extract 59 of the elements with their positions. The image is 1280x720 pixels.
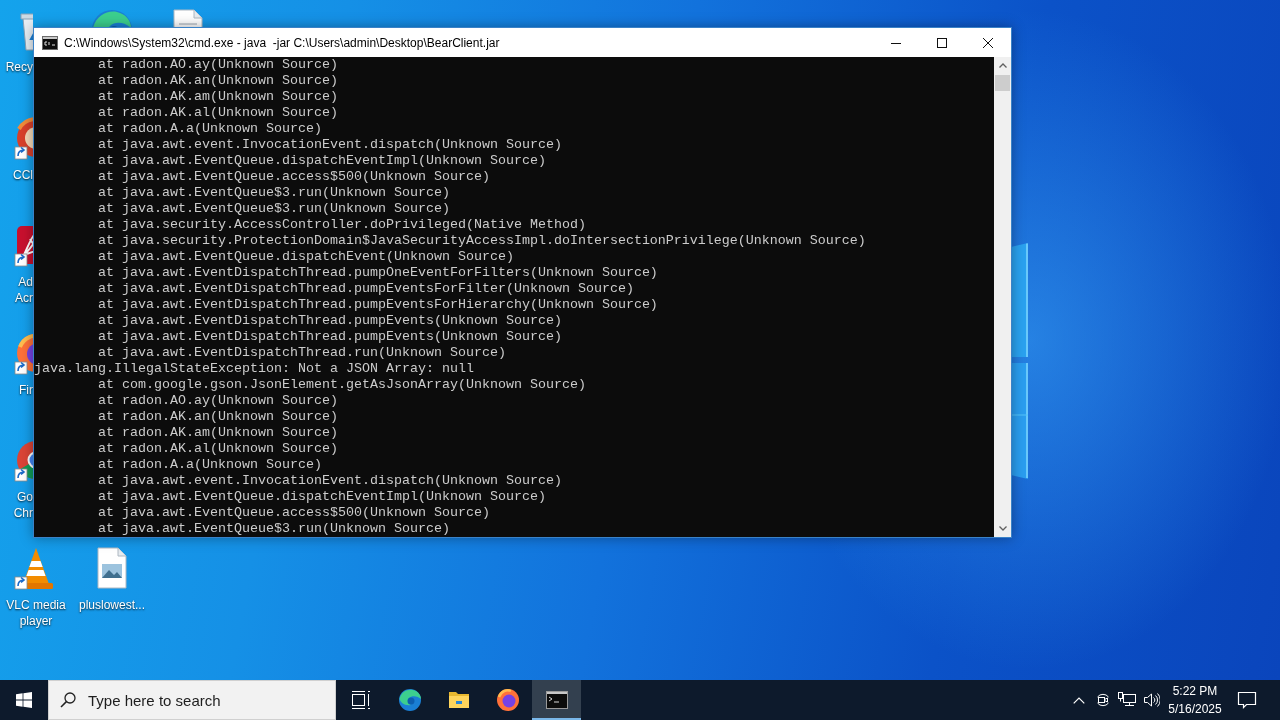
console-line: at radon.AK.an(Unknown Source)	[98, 409, 338, 425]
square-icon	[937, 37, 947, 48]
close-icon	[983, 37, 993, 48]
console-line: at java.awt.EventQueue.dispatchEventImpl(Unknown Source)	[98, 489, 546, 505]
console-line: at radon.AK.am(Unknown Source)	[98, 425, 338, 441]
console-line: at radon.A.a(Unknown Source)	[98, 121, 322, 137]
console-line: at java.security.ProtectionDomain$JavaSecurityAccessImpl.doIntersectionPrivilege(Unknown Source)	[98, 233, 866, 249]
speech-bubble-icon[interactable]	[1237, 690, 1257, 710]
console-line: at java.security.AccessController.doPrivileged(Native Method)	[98, 217, 586, 233]
console-line: at radon.AO.ay(Unknown Source)	[98, 57, 338, 73]
console-line: at java.awt.EventDispatchThread.pumpEvents(Unknown Source)	[98, 313, 562, 329]
console-line: at java.awt.EventQueue$3.run(Unknown Source)	[98, 521, 450, 537]
window-title: C:\Windows\System32\cmd.exe - java -jar C:\Users\admin\Desktop\BearClient.jar	[64, 35, 501, 50]
console-line: at radon.A.a(Unknown Source)	[98, 457, 322, 473]
chevron-down-icon	[998, 526, 1007, 531]
desktop-icon-label[interactable]: Fir	[19, 381, 33, 398]
scroll-thumb[interactable]	[995, 75, 1010, 91]
speaker-icon[interactable]	[1142, 692, 1160, 708]
search-icon	[60, 692, 76, 708]
search-box[interactable]: Type here to search	[48, 680, 336, 720]
console-line: at java.awt.EventDispatchThread.pumpEventsForFilter(Unknown Source)	[98, 281, 634, 297]
console-line: at java.awt.EventQueue.access$500(Unknown Source)	[98, 169, 490, 185]
swirl-circle-icon	[397, 688, 422, 712]
desktop-icon-label[interactable]: Recy	[5, 59, 33, 75]
chevron-up-icon	[998, 63, 1007, 68]
webcam-icon[interactable]	[1095, 692, 1111, 708]
search-input[interactable]: Type here to search	[88, 691, 335, 709]
taskbar-button[interactable]	[532, 680, 581, 720]
globe-icon	[495, 688, 520, 712]
clock-button[interactable]: 5:22 PM 5/16/2025	[1163, 680, 1227, 720]
console-line: at java.awt.EventQueue$3.run(Unknown Source)	[98, 185, 450, 201]
console-line: at radon.AK.am(Unknown Source)	[98, 89, 338, 105]
console-line: at java.awt.EventQueue.access$500(Unknown Source)	[98, 505, 490, 521]
terminal-icon	[42, 34, 58, 51]
console-line: at radon.AK.an(Unknown Source)	[98, 73, 338, 89]
desktop-icon-label[interactable]: VLC media player	[6, 596, 66, 629]
terminal-icon	[544, 688, 569, 712]
desktop-icon-label[interactable]: Go Chr	[13, 489, 33, 521]
console-line: at java.awt.EventDispatchThread.pumpOneEventForFilters(Unknown Source)	[98, 265, 658, 281]
network-icon[interactable]	[1118, 692, 1136, 708]
console-line: at java.awt.EventQueue.dispatchEvent(Unknown Source)	[98, 249, 514, 265]
console-line: at java.awt.event.InvocationEvent.dispatch(Unknown Source)	[98, 473, 562, 489]
console-line: java.lang.IllegalStateException: Not a JSON Array: null	[34, 361, 474, 377]
console-line: at java.awt.EventDispatchThread.run(Unknown Source)	[98, 345, 506, 361]
desktop-icon-label[interactable]: pluslowest...	[79, 596, 145, 613]
console-line: at com.google.gson.JsonElement.getAsJsonArray(Unknown Source)	[98, 377, 586, 393]
chevron-up-icon[interactable]	[1073, 696, 1085, 704]
console-line: at radon.AK.al(Unknown Source)	[98, 441, 338, 457]
windows-logo-icon	[16, 692, 32, 708]
app-tile-icon[interactable]	[14, 223, 33, 267]
console-line: at java.awt.EventQueue$3.run(Unknown Source)	[98, 201, 450, 217]
console-line: at java.awt.EventQueue.dispatchEventImpl(Unknown Source)	[98, 153, 546, 169]
console-line: at java.awt.EventDispatchThread.pumpEventsForHierarchy(Unknown Source)	[98, 297, 658, 313]
desktop-icon-label[interactable]: Ad Acr	[15, 274, 33, 306]
console-line: at java.awt.EventDispatchThread.pumpEvents(Unknown Source)	[98, 329, 562, 345]
console-line: at java.awt.event.InvocationEvent.dispatch(Unknown Source)	[98, 137, 562, 153]
console-line: at radon.AK.al(Unknown Source)	[98, 105, 338, 121]
console-line: at radon.AO.ay(Unknown Source)	[98, 393, 338, 409]
desktop-icon-label[interactable]: CCl	[13, 166, 33, 183]
